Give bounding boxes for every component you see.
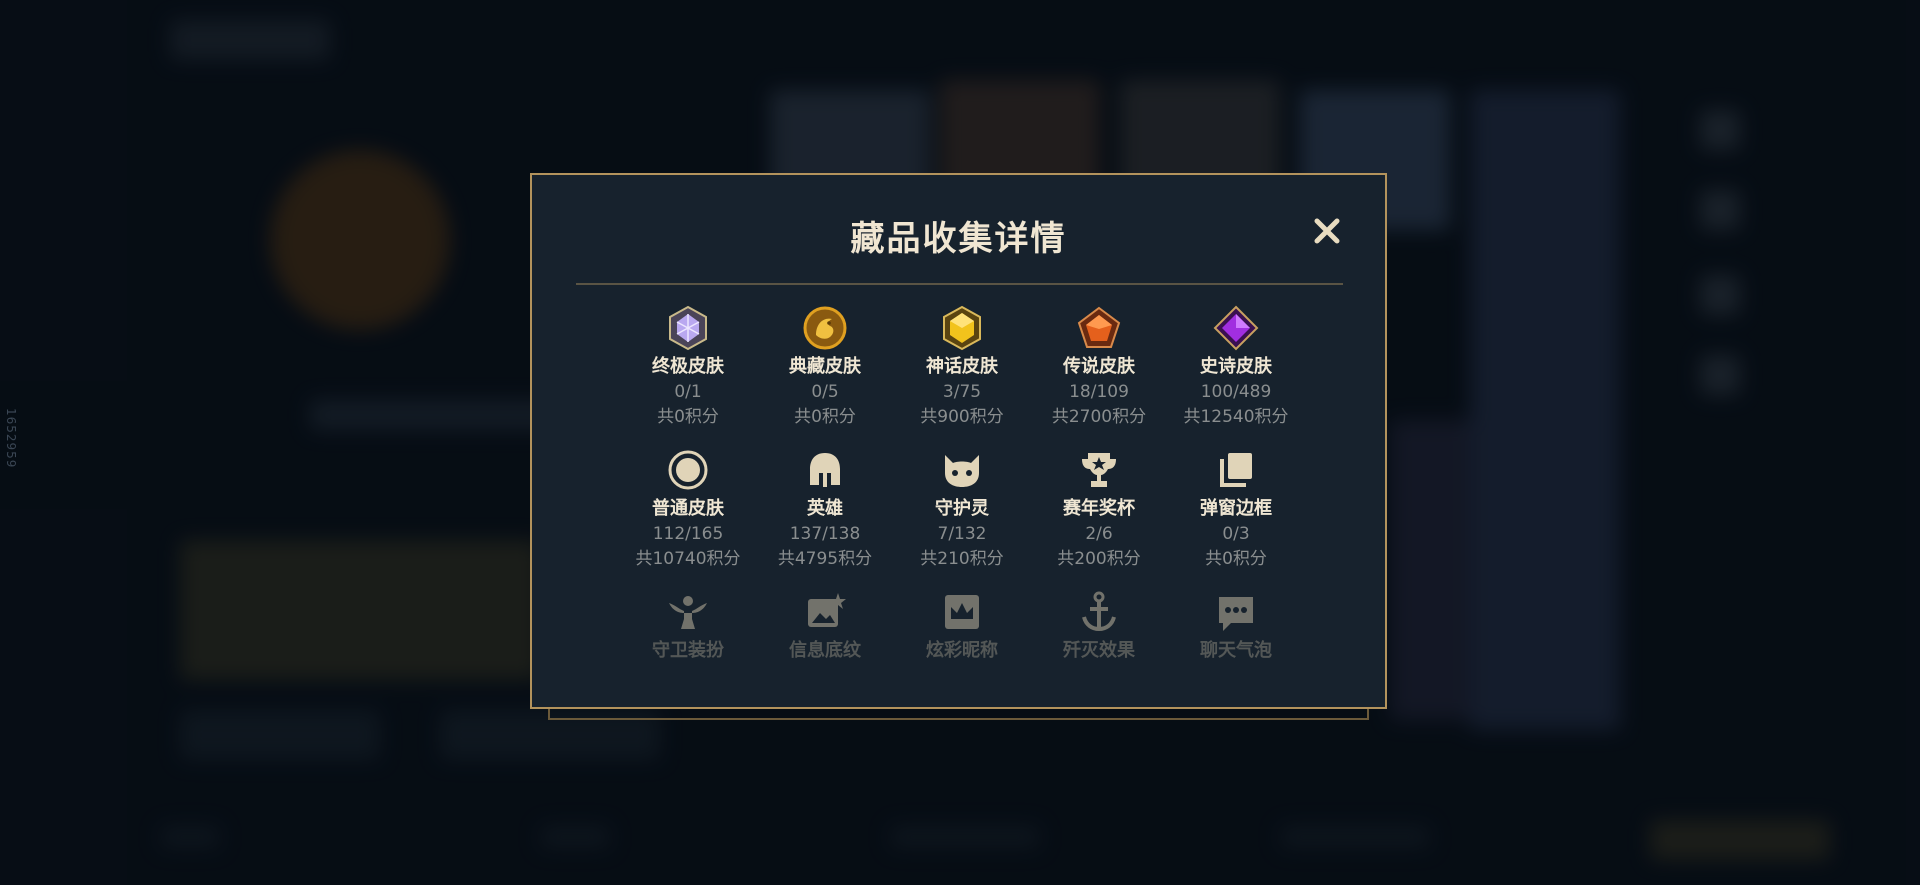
category-legendary-skins[interactable]: 传说皮肤 18/109 共2700积分 bbox=[1029, 305, 1169, 429]
chat-bubble-icon bbox=[1219, 597, 1253, 631]
category-regular-skins[interactable]: 普通皮肤 112/165 共10740积分 bbox=[618, 447, 758, 571]
category-finisher-effects[interactable]: 歼灭效果 bbox=[1029, 589, 1169, 663]
dragon-coin-icon bbox=[803, 306, 847, 350]
legendary-gem-icon bbox=[1077, 306, 1121, 348]
little-legend-icon bbox=[945, 455, 979, 487]
category-little-legends[interactable]: 守护灵 7/132 共210积分 bbox=[892, 447, 1032, 571]
category-season-trophies[interactable]: 赛年奖杯 2/6 共200积分 bbox=[1029, 447, 1169, 571]
category-epic-skins[interactable]: 史诗皮肤 100/489 共12540积分 bbox=[1166, 305, 1306, 429]
ultimate-gem-icon bbox=[669, 305, 707, 351]
category-prestige-skins[interactable]: 典藏皮肤 0/5 共0积分 bbox=[755, 305, 895, 429]
helmet-icon bbox=[810, 453, 840, 487]
category-profile-banners[interactable]: 信息底纹 bbox=[755, 589, 895, 663]
category-nickname-colors[interactable]: 炫彩昵称 bbox=[892, 589, 1032, 663]
banner-icon bbox=[808, 593, 846, 627]
anchor-icon bbox=[1082, 591, 1116, 632]
dialog-title: 藏品收集详情 bbox=[850, 219, 1067, 259]
category-chat-bubbles[interactable]: 聊天气泡 bbox=[1166, 589, 1306, 663]
mythic-gem-icon bbox=[943, 305, 981, 351]
category-banner-frames[interactable]: 弹窗边框 0/3 共0积分 bbox=[1166, 447, 1306, 571]
category-ultimate-skins[interactable]: 终极皮肤 0/1 共0积分 bbox=[618, 305, 758, 429]
category-ward-skins[interactable]: 守卫装扮 bbox=[618, 589, 758, 663]
epic-gem-icon bbox=[1213, 305, 1259, 351]
close-icon[interactable] bbox=[1307, 211, 1347, 251]
category-mythic-skins[interactable]: 神话皮肤 3/75 共900积分 bbox=[892, 305, 1032, 429]
title-divider bbox=[576, 283, 1343, 285]
collection-details-dialog: 藏品收集详情 终极皮肤 0/1 共0积分 典藏皮肤 0/5 共0积分 神话皮肤 … bbox=[530, 173, 1387, 709]
crown-icon bbox=[945, 595, 979, 629]
ward-icon bbox=[669, 596, 707, 629]
category-champions[interactable]: 英雄 137/138 共4795积分 bbox=[755, 447, 895, 571]
trophy-icon bbox=[1082, 453, 1116, 487]
circle-icon bbox=[668, 450, 708, 490]
frames-icon bbox=[1220, 453, 1252, 487]
side-id-label: 1652959 bbox=[4, 408, 18, 469]
